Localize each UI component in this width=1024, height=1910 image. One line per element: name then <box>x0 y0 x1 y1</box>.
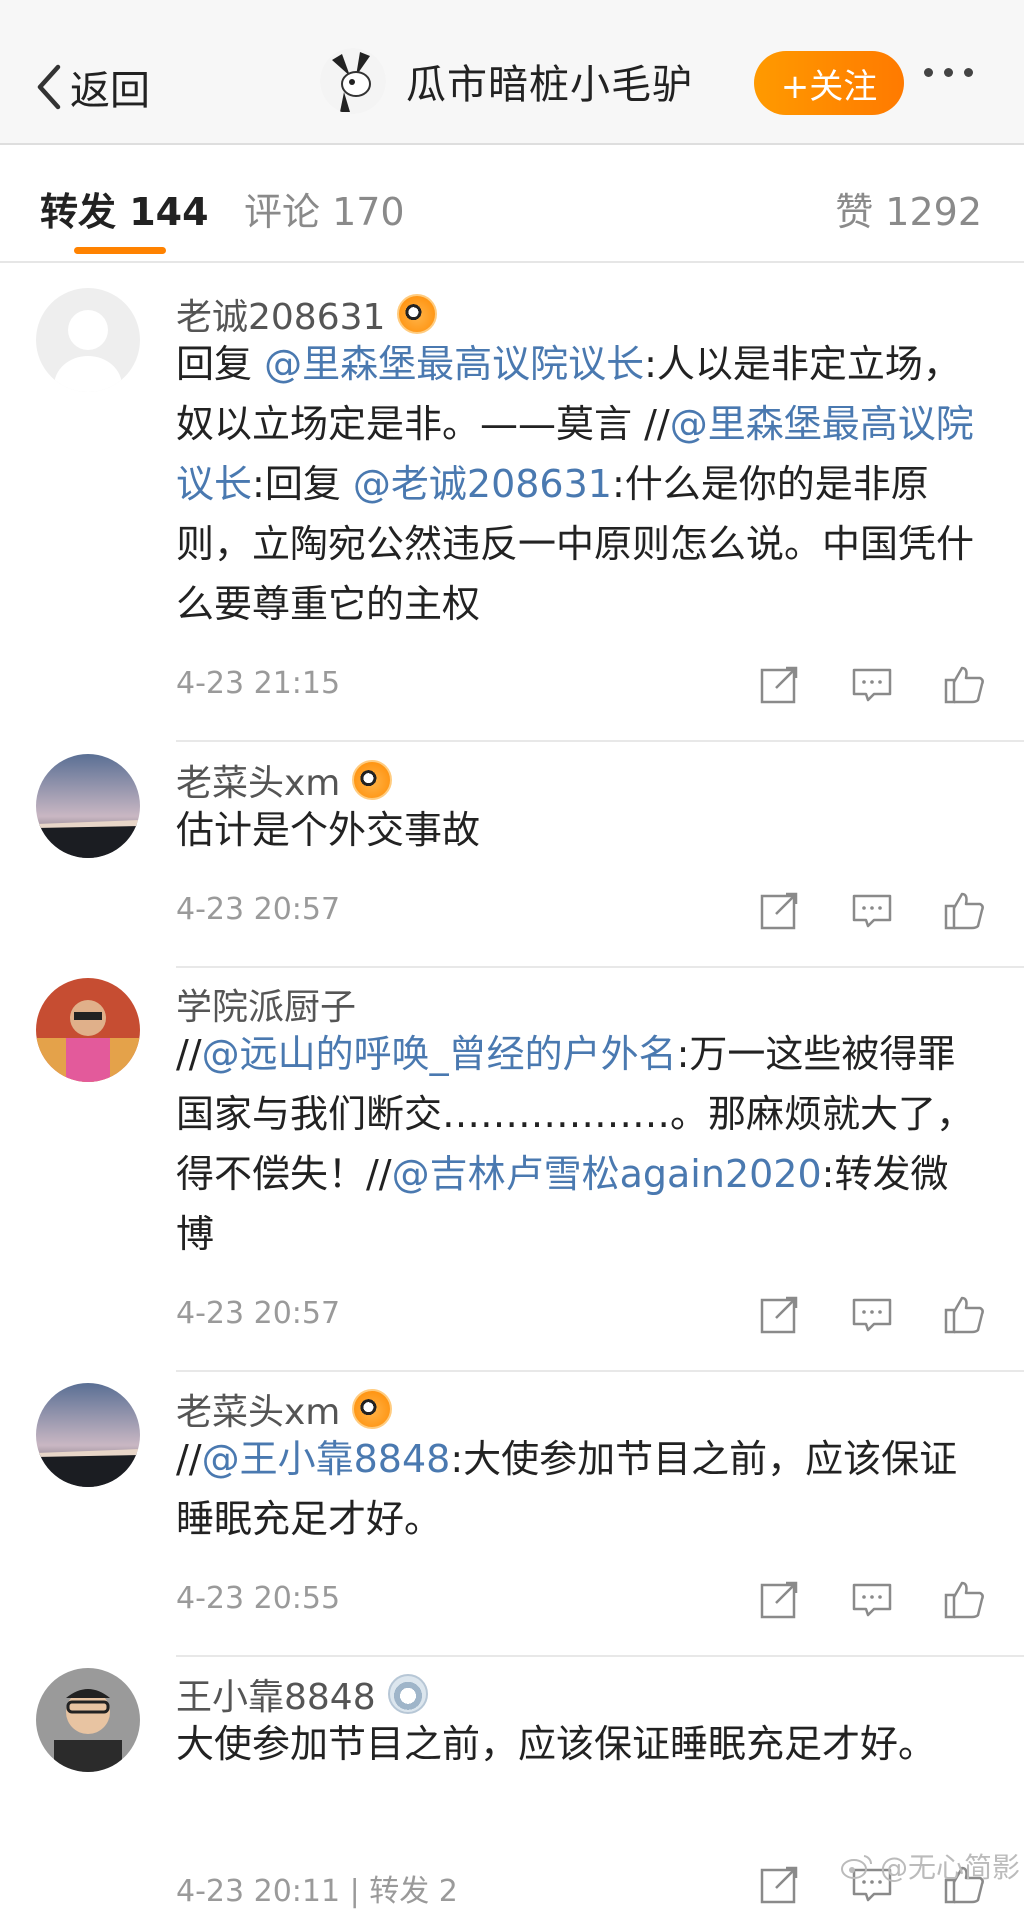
comment-text: 回复 <box>176 342 265 386</box>
like-icon[interactable] <box>942 1577 986 1621</box>
divider <box>176 1370 1024 1372</box>
divider <box>176 740 1024 742</box>
comment-text: 大使参加节目之前，应该保证睡眠充足才好。 <box>176 1722 937 1766</box>
timestamp: 4-23 20:57 <box>176 1296 341 1331</box>
profile-name: 瓜市暗桩小毛驴 <box>406 62 693 108</box>
like-icon[interactable] <box>942 888 986 932</box>
share-icon[interactable] <box>758 1292 802 1336</box>
fish-icon <box>352 760 393 800</box>
comment-icon[interactable] <box>850 888 894 932</box>
mention-link[interactable]: @吉林卢雪松again2020 <box>392 1152 822 1196</box>
tab-repost[interactable]: 转发 144 <box>40 181 209 236</box>
back-label: 返回 <box>70 68 150 114</box>
timestamp: 4-23 20:57 <box>176 892 341 927</box>
username[interactable]: 学院派厨子 <box>176 978 356 1030</box>
username-text: 老菜头xm <box>176 763 341 804</box>
chevron-left-icon <box>37 64 61 110</box>
comment-content: 回复 @里森堡最高议院议长:人以是非定立场，奴以立场定是非。——莫言 //@里森… <box>176 334 986 634</box>
comment-text: // <box>176 1032 202 1076</box>
dot-icon <box>964 68 973 77</box>
divider <box>176 1655 1024 1657</box>
share-icon[interactable] <box>758 888 802 932</box>
avatar[interactable] <box>36 1668 140 1772</box>
comment-actions <box>758 662 986 706</box>
avatar[interactable] <box>36 288 140 392</box>
username[interactable]: 老诚208631 <box>176 288 438 340</box>
mention-link[interactable]: @王小靠8848 <box>202 1437 451 1481</box>
share-icon[interactable] <box>758 1862 802 1906</box>
donkey-avatar[interactable] <box>320 48 386 114</box>
comment-icon[interactable] <box>850 1577 894 1621</box>
comment-text: 估计是个外交事故 <box>176 808 481 852</box>
avatar[interactable] <box>36 978 140 1082</box>
comment-actions <box>758 1577 986 1621</box>
fish-icon <box>397 294 438 334</box>
username-text: 学院派厨子 <box>176 987 357 1028</box>
active-tab-indicator <box>74 247 166 254</box>
follow-button[interactable]: +关注 <box>754 51 904 115</box>
watermark-text: @无心简影 <box>880 1851 1021 1884</box>
dot-icon <box>944 68 953 77</box>
profile-header[interactable]: 瓜市暗桩小毛驴 <box>320 48 693 114</box>
share-icon[interactable] <box>758 662 802 706</box>
username-text: 老菜头xm <box>176 1392 341 1433</box>
comment-icon[interactable] <box>850 662 894 706</box>
avatar[interactable] <box>36 754 140 858</box>
timestamp: 4-23 21:15 <box>176 666 341 701</box>
comment-content: //@王小靠8848:大使参加节目之前，应该保证睡眠充足才好。 <box>176 1429 986 1549</box>
tab-bar: 转发 144 评论 170 赞 1292 <box>0 145 1024 263</box>
fish-icon <box>352 1389 393 1429</box>
tab-like[interactable]: 赞 1292 <box>835 181 982 236</box>
comment-icon[interactable] <box>850 1292 894 1336</box>
comment-content: 大使参加节目之前，应该保证睡眠充足才好。 <box>176 1714 986 1774</box>
comment-text: // <box>176 1437 202 1481</box>
back-button[interactable]: 返回 <box>34 58 150 116</box>
comment-actions <box>758 1292 986 1336</box>
username-text: 老诚208631 <box>176 297 386 338</box>
share-icon[interactable] <box>758 1577 802 1621</box>
tab-comment[interactable]: 评论 170 <box>244 181 405 236</box>
comment-actions <box>758 888 986 932</box>
mention-link[interactable]: @远山的呼唤_曾经的户外名 <box>202 1032 677 1076</box>
medal-icon <box>387 1674 428 1714</box>
mention-link[interactable]: @里森堡最高议院议长 <box>264 342 644 386</box>
more-options-button[interactable] <box>924 68 973 77</box>
username[interactable]: 老菜头xm <box>176 754 393 806</box>
watermark: @无心简影 <box>840 1846 1020 1886</box>
username-text: 王小靠8848 <box>176 1677 376 1718</box>
comment-content: //@远山的呼唤_曾经的户外名:万一这些被得罪国家与我们断交………………。那麻烦… <box>176 1024 986 1264</box>
divider <box>176 966 1024 968</box>
username[interactable]: 老菜头xm <box>176 1383 393 1435</box>
like-icon[interactable] <box>942 662 986 706</box>
mention-link[interactable]: @老诚208631 <box>353 462 612 506</box>
nav-header: 返回 瓜市暗桩小毛驴 +关注 <box>0 0 1024 145</box>
timestamp: 4-23 20:11 | 转发 2 <box>176 1874 458 1909</box>
weibo-logo-icon <box>841 1855 873 1879</box>
timestamp: 4-23 20:55 <box>176 1581 341 1616</box>
dot-icon <box>924 68 933 77</box>
comment-content: 估计是个外交事故 <box>176 800 986 860</box>
avatar[interactable] <box>36 1383 140 1487</box>
username[interactable]: 王小靠8848 <box>176 1668 428 1720</box>
comment-text: :回复 <box>252 462 353 506</box>
like-icon[interactable] <box>942 1292 986 1336</box>
